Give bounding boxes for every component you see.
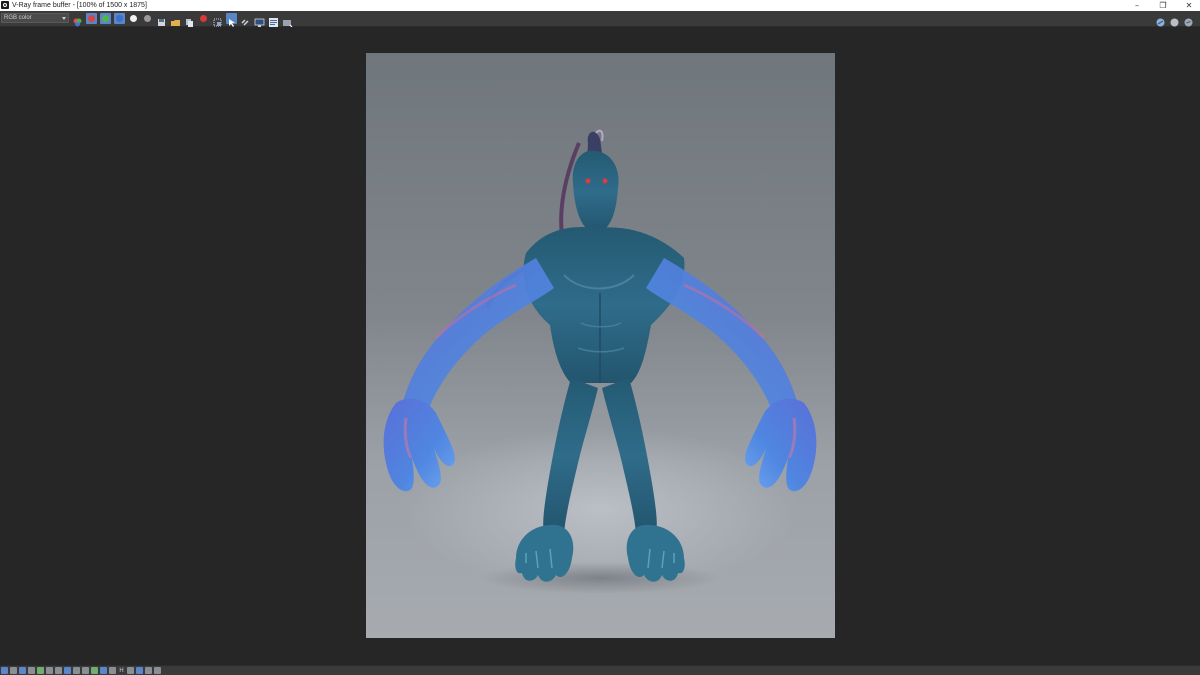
creature-render <box>383 129 817 594</box>
channel-select-value: RGB color <box>4 15 32 21</box>
curve-icon[interactable] <box>19 667 26 674</box>
window-controls: – ❐ ✕ <box>1132 0 1194 11</box>
red-channel-icon[interactable] <box>86 13 97 24</box>
compare-icon[interactable] <box>73 667 80 674</box>
toolbar: RGB color <box>0 11 1200 28</box>
save-icon[interactable] <box>156 13 167 26</box>
srgb-icon[interactable] <box>37 667 44 674</box>
toolbar-right-icons <box>1155 13 1194 27</box>
lens-effects-icon[interactable] <box>282 13 293 28</box>
ocio-icon[interactable] <box>55 667 62 674</box>
exposure-icon[interactable] <box>28 667 35 674</box>
link-icon[interactable] <box>240 13 251 26</box>
settings-icon[interactable] <box>1183 13 1194 27</box>
levels-icon[interactable] <box>10 667 17 674</box>
chevron-down-icon <box>62 17 66 20</box>
pixel-info-icon[interactable] <box>64 667 71 674</box>
render-icon[interactable] <box>1155 13 1166 27</box>
copy-icon[interactable] <box>184 13 195 27</box>
restore-button[interactable]: ❐ <box>1158 0 1168 11</box>
clear-icon[interactable] <box>198 13 209 24</box>
vertical-split-icon[interactable] <box>127 667 134 674</box>
white-circle-icon[interactable] <box>128 13 139 24</box>
display-icon[interactable] <box>254 13 265 27</box>
track-mouse-icon[interactable] <box>226 13 237 27</box>
open-icon[interactable] <box>170 13 181 26</box>
flip-icon[interactable] <box>145 667 152 674</box>
channel-select[interactable]: RGB color <box>1 13 69 23</box>
horizontal-split-icon[interactable] <box>136 667 143 674</box>
region-render-icon[interactable] <box>212 13 223 27</box>
color-channels-icon[interactable] <box>72 13 83 27</box>
status-bar-icons: H <box>1 667 161 674</box>
window-title: V-Ray frame buffer - [100% of 1500 x 187… <box>12 2 147 9</box>
vray-app-icon <box>1 1 9 9</box>
render-elements-icon[interactable] <box>100 667 107 674</box>
zoom-icon[interactable] <box>109 667 116 674</box>
history-icon[interactable] <box>268 13 279 27</box>
render-viewport[interactable] <box>0 27 1200 665</box>
display-correction-icon[interactable] <box>1 667 8 674</box>
green-channel-icon[interactable] <box>100 13 111 24</box>
close-button[interactable]: ✕ <box>1184 0 1194 11</box>
lut-icon[interactable] <box>46 667 53 674</box>
color-correction-icon[interactable] <box>91 667 98 674</box>
blue-channel-icon[interactable] <box>114 13 125 24</box>
add-icon[interactable] <box>154 667 161 674</box>
minimize-button[interactable]: – <box>1132 0 1142 11</box>
toolbar-icons <box>72 13 293 28</box>
stop-icon[interactable] <box>1169 13 1180 27</box>
h-label[interactable]: H <box>118 667 125 674</box>
alpha-icon[interactable] <box>142 13 153 24</box>
rendered-image <box>366 53 835 638</box>
stamp-icon[interactable] <box>82 667 89 674</box>
